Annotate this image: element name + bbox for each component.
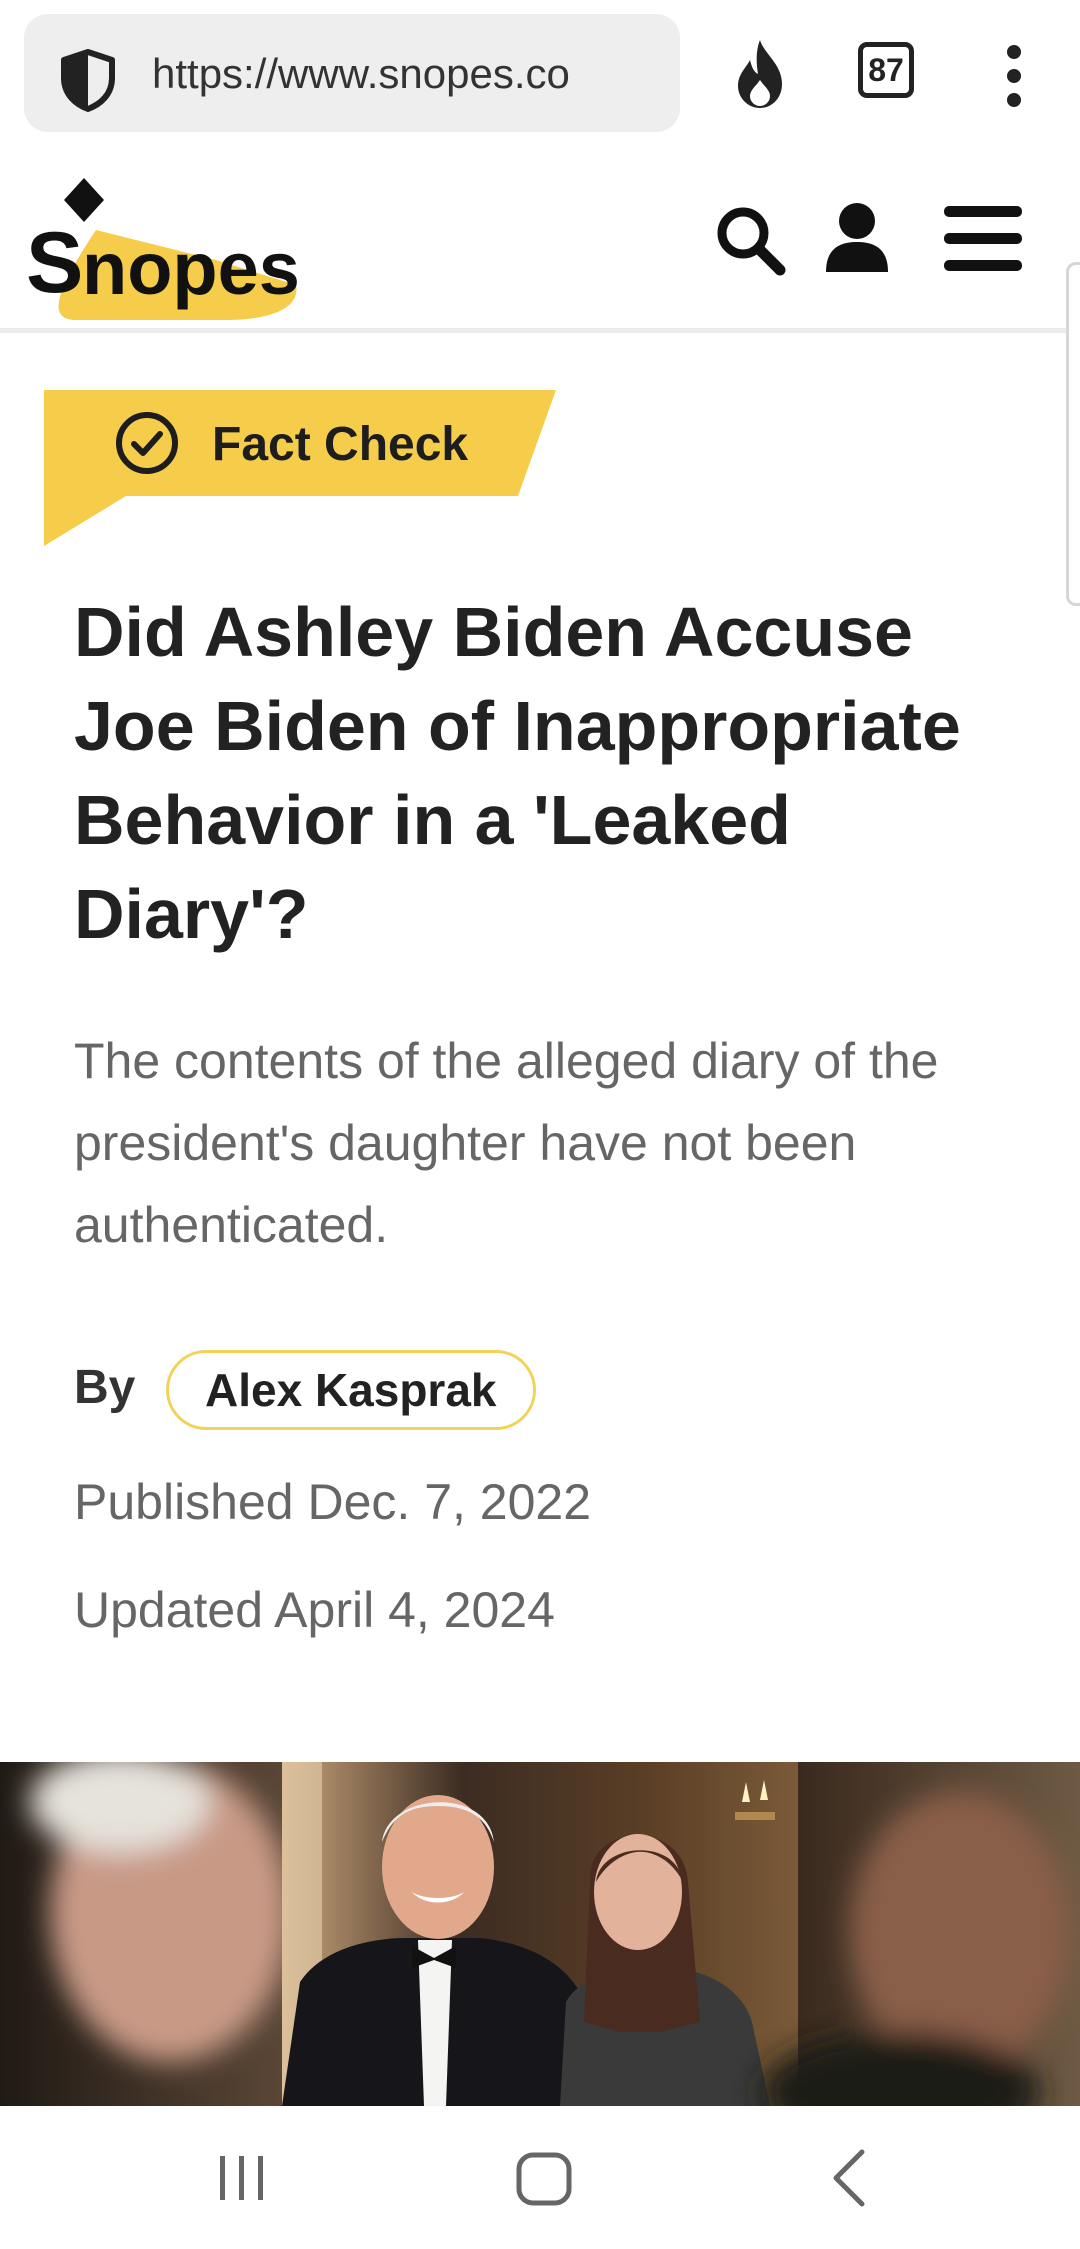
- site-header: S nopes: [0, 160, 1080, 333]
- author-link[interactable]: Alex Kasprak: [166, 1350, 536, 1430]
- person-icon[interactable]: [824, 202, 890, 272]
- browser-toolbar: https://www.snopes.co 87: [0, 0, 1080, 162]
- hero-photo: [0, 1762, 1080, 2106]
- more-vert-icon[interactable]: [996, 40, 1032, 112]
- fire-icon[interactable]: [730, 36, 794, 112]
- back-icon[interactable]: [826, 2146, 870, 2210]
- article-hero-image[interactable]: [0, 1762, 1080, 2106]
- article-headline: Did Ashley Biden Accuse Joe Biden of Ina…: [74, 593, 961, 953]
- hamburger-icon[interactable]: [944, 206, 1022, 272]
- published-date: Published Dec. 7, 2022: [74, 1474, 592, 1530]
- home-icon[interactable]: [514, 2150, 574, 2208]
- snopes-logo[interactable]: S nopes: [26, 170, 306, 320]
- svg-text:nopes: nopes: [82, 227, 300, 310]
- recents-icon[interactable]: [214, 2152, 270, 2204]
- check-circle-icon: [116, 412, 178, 474]
- byline-label: By: [74, 1361, 136, 1414]
- url-bar[interactable]: https://www.snopes.co: [24, 14, 680, 132]
- url-text[interactable]: https://www.snopes.co: [152, 44, 672, 104]
- updated-date: Updated April 4, 2024: [74, 1582, 555, 1638]
- scrollbar[interactable]: [1066, 262, 1080, 606]
- shield-icon[interactable]: [56, 48, 120, 112]
- article-subheadline: The contents of the alleged diary of the…: [74, 1033, 939, 1253]
- system-nav-bar: [0, 2106, 1080, 2249]
- tab-counter-button[interactable]: 87: [858, 42, 914, 98]
- svg-text:S: S: [26, 215, 83, 311]
- search-icon[interactable]: [714, 204, 786, 276]
- fact-check-label: Fact Check: [212, 418, 469, 471]
